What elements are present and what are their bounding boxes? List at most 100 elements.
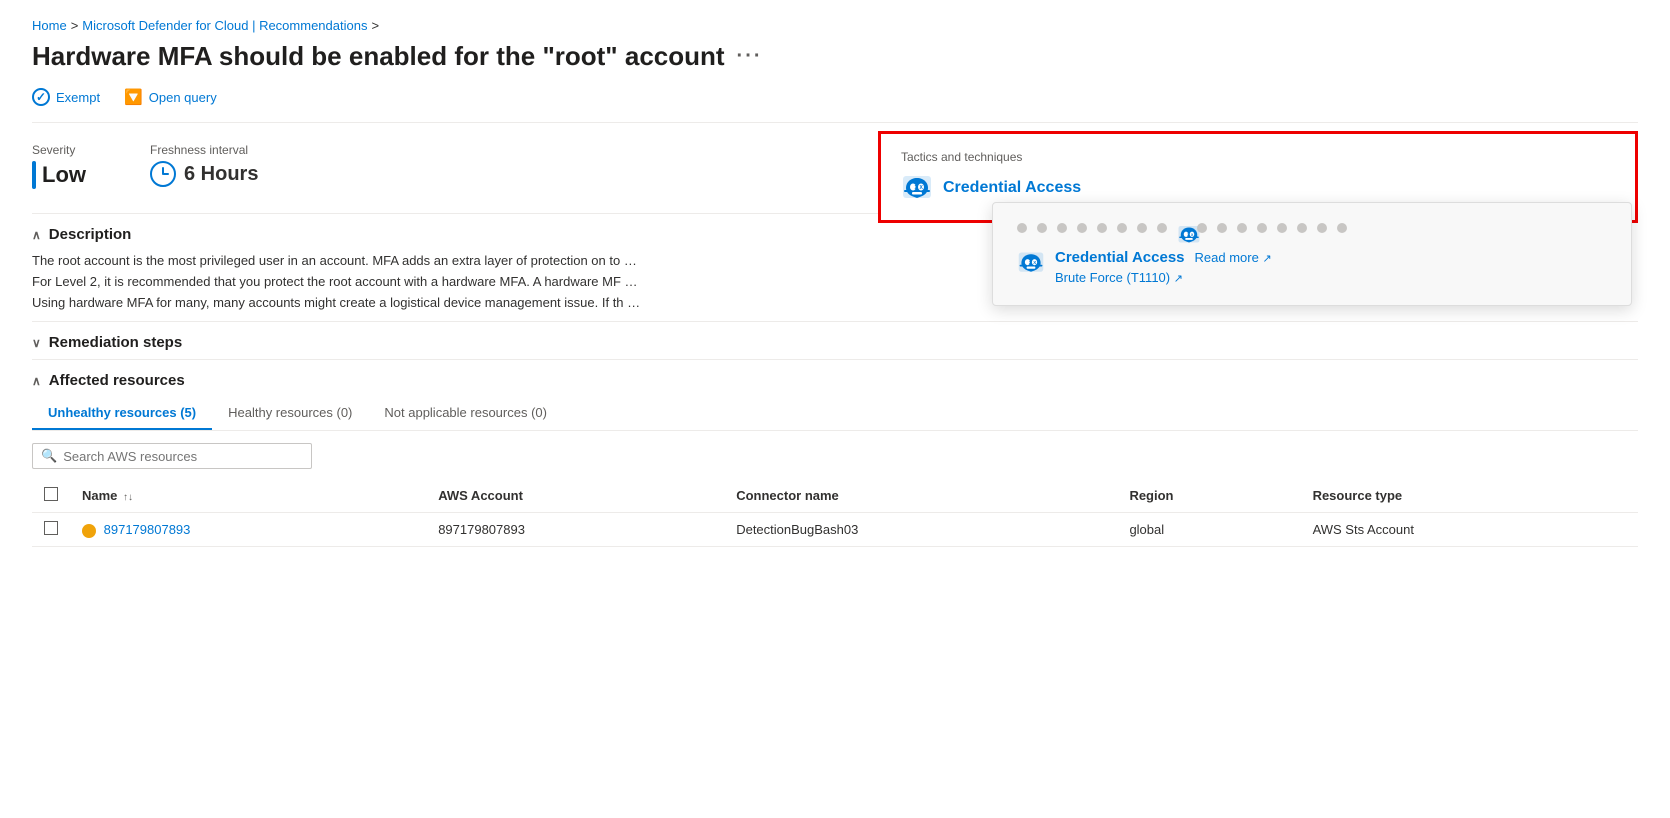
- dot-7: [1137, 223, 1147, 233]
- tactics-section-label: Tactics and techniques: [901, 150, 1615, 164]
- open-query-button[interactable]: 🔽 Open query: [124, 88, 217, 106]
- search-icon: 🔍: [41, 448, 57, 464]
- row-checkbox[interactable]: [44, 521, 58, 535]
- breadcrumb-defender[interactable]: Microsoft Defender for Cloud | Recommend…: [82, 18, 367, 33]
- credential-access-icon: X X: [901, 172, 933, 204]
- freshness-label: Freshness interval: [150, 143, 258, 157]
- freshness-value: 6 Hours: [150, 161, 258, 187]
- technique-external-icon: ↗: [1174, 273, 1183, 285]
- tooltip-cred-name: Credential Access: [1055, 249, 1185, 266]
- col-name: Name ↑↓: [70, 479, 426, 513]
- col-region: Region: [1117, 479, 1300, 513]
- col-resource-type: Resource type: [1301, 479, 1638, 513]
- freshness-block: Freshness interval 6 Hours: [150, 143, 258, 187]
- tooltip-read-more[interactable]: Read more ↗: [1195, 250, 1272, 265]
- col-aws-account: AWS Account: [426, 479, 724, 513]
- dot-11: [1237, 223, 1247, 233]
- resource-name-link[interactable]: 897179807893: [104, 522, 191, 537]
- remediation-chevron: ∨: [32, 336, 41, 350]
- info-row: Severity Low Freshness interval 6 Hours …: [32, 131, 1638, 189]
- search-input[interactable]: [63, 449, 283, 464]
- row-connector: DetectionBugBash03: [724, 513, 1117, 547]
- exempt-label: Exempt: [56, 90, 100, 105]
- table-header-row: Name ↑↓ AWS Account Connector name Regio…: [32, 479, 1638, 513]
- dot-12: [1257, 223, 1267, 233]
- dot-3: [1057, 223, 1067, 233]
- toolbar: ✓ Exempt 🔽 Open query: [32, 88, 1638, 106]
- page-title: Hardware MFA should be enabled for the "…: [32, 41, 725, 72]
- desc-ellipsis3: …: [627, 295, 640, 310]
- tooltip-details: Credential Access Read more ↗ Brute Forc…: [1055, 249, 1272, 285]
- severity-value: Low: [32, 161, 86, 189]
- severity-text: Low: [42, 162, 86, 188]
- tactics-tooltip-popup: X X: [992, 202, 1632, 306]
- col-connector: Connector name: [724, 479, 1117, 513]
- svg-text:X: X: [1029, 260, 1032, 265]
- clock-icon: [150, 161, 176, 187]
- external-link-icon: ↗: [1262, 253, 1271, 265]
- dot-9: [1197, 223, 1207, 233]
- row-aws-account: 897179807893: [426, 513, 724, 547]
- tooltip-body: X X Credential Access Read more ↗: [1017, 249, 1607, 285]
- exempt-icon: ✓: [32, 88, 50, 106]
- remediation-heading: Remediation steps: [49, 334, 182, 351]
- dot-active: X X: [1177, 223, 1187, 233]
- breadcrumb-home[interactable]: Home: [32, 18, 67, 33]
- remediation-divider: [32, 359, 1638, 360]
- name-sort-icon[interactable]: ↑↓: [123, 492, 133, 503]
- timeline-row: X X: [1017, 223, 1607, 233]
- desc-divider: [32, 321, 1638, 322]
- dot-16: [1337, 223, 1347, 233]
- dot-5: [1097, 223, 1107, 233]
- desc-ellipsis1: …: [624, 253, 637, 268]
- affected-chevron: ∧: [32, 374, 41, 388]
- funnel-icon: 🔽: [124, 88, 143, 106]
- tab-not-applicable[interactable]: Not applicable resources (0): [368, 397, 563, 430]
- dot-13: [1277, 223, 1287, 233]
- svg-text:X: X: [1033, 260, 1036, 265]
- dot-6: [1117, 223, 1127, 233]
- page-container: Home > Microsoft Defender for Cloud | Re…: [0, 0, 1670, 818]
- dot-10: [1217, 223, 1227, 233]
- tactics-name[interactable]: Credential Access: [943, 179, 1081, 197]
- desc-line1: The root account is the most privileged …: [32, 253, 620, 268]
- affected-heading: Affected resources: [49, 372, 185, 389]
- dot-15: [1317, 223, 1327, 233]
- search-box[interactable]: 🔍: [32, 443, 312, 469]
- affected-resources-header[interactable]: ∧ Affected resources: [32, 372, 1638, 389]
- desc-line2: For Level 2, it is recommended that you …: [32, 274, 621, 289]
- tab-unhealthy[interactable]: Unhealthy resources (5): [32, 397, 212, 430]
- dot-4: [1077, 223, 1087, 233]
- tooltip-mask-icon: X X: [1017, 249, 1045, 277]
- remediation-header[interactable]: ∨ Remediation steps: [32, 334, 1638, 351]
- breadcrumb-sep1: >: [71, 18, 79, 33]
- exempt-button[interactable]: ✓ Exempt: [32, 88, 100, 106]
- breadcrumb: Home > Microsoft Defender for Cloud | Re…: [32, 18, 1638, 33]
- tactics-panel: Tactics and techniques X X: [878, 131, 1638, 223]
- row-region: global: [1117, 513, 1300, 547]
- severity-block: Severity Low: [32, 143, 86, 189]
- table-row: 897179807893 897179807893 DetectionBugBa…: [32, 513, 1638, 547]
- dot-1: [1017, 223, 1027, 233]
- toolbar-divider: [32, 122, 1638, 123]
- page-title-row: Hardware MFA should be enabled for the "…: [32, 41, 1638, 72]
- select-all-checkbox[interactable]: [44, 487, 58, 501]
- freshness-text: 6 Hours: [184, 163, 258, 186]
- tactics-item: X X Credential Access: [901, 172, 1615, 204]
- dot-2: [1037, 223, 1047, 233]
- description-heading: Description: [49, 226, 132, 243]
- row-checkbox-cell: [32, 513, 70, 547]
- tab-healthy[interactable]: Healthy resources (0): [212, 397, 368, 430]
- severity-bar: [32, 161, 36, 189]
- select-all-header: [32, 479, 70, 513]
- open-query-label: Open query: [149, 90, 217, 105]
- resource-status-dot: [82, 524, 96, 538]
- dot-8: [1157, 223, 1167, 233]
- resources-tabs: Unhealthy resources (5) Healthy resource…: [32, 397, 1638, 431]
- technique-link[interactable]: Brute Force (T1110) ↗: [1055, 270, 1183, 285]
- tooltip-technique: Brute Force (T1110) ↗: [1055, 270, 1272, 285]
- desc-ellipsis2: …: [625, 274, 638, 289]
- more-options-icon[interactable]: ···: [737, 45, 763, 68]
- desc-line3: Using hardware MFA for many, many accoun…: [32, 295, 624, 310]
- row-resource-type: AWS Sts Account: [1301, 513, 1638, 547]
